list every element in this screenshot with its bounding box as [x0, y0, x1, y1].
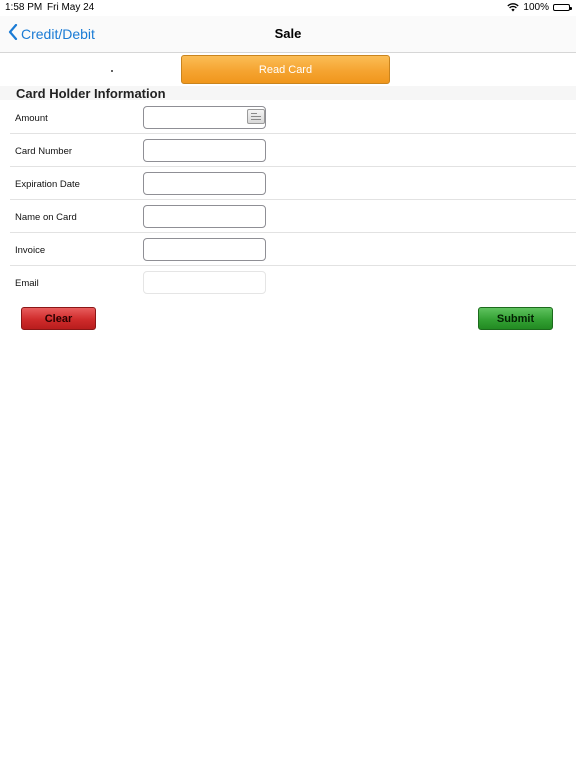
expiration-date-label: Expiration Date	[15, 179, 80, 190]
navigation-bar: Credit/Debit Sale	[0, 16, 576, 53]
read-card-button[interactable]: Read Card	[181, 55, 390, 84]
amount-label: Amount	[15, 113, 48, 124]
form-row-amount: Amount	[0, 101, 576, 134]
status-date: Fri May 24	[47, 2, 95, 13]
invoice-label: Invoice	[15, 245, 46, 256]
submit-button[interactable]: Submit	[478, 307, 553, 330]
form-row-expiration-date: Expiration Date	[0, 167, 576, 200]
battery-percent: 100%	[523, 2, 549, 13]
status-bar: 1:58 PM Fri May 24 100%	[0, 0, 576, 16]
battery-icon	[553, 4, 572, 11]
wifi-icon	[507, 3, 520, 12]
calculator-icon[interactable]	[247, 109, 265, 124]
status-indicators: 100%	[507, 2, 572, 13]
clear-button[interactable]: Clear	[21, 307, 96, 330]
divider-dot	[111, 70, 113, 72]
name-on-card-field[interactable]	[143, 205, 266, 228]
page-title: Sale	[274, 26, 302, 41]
form-row-email: Email	[0, 266, 576, 299]
expiration-date-field[interactable]	[143, 172, 266, 195]
form-row-card-number: Card Number	[0, 134, 576, 167]
card-number-field[interactable]	[143, 139, 266, 162]
section-title: Card Holder Information	[16, 86, 166, 101]
name-on-card-label: Name on Card	[15, 212, 77, 223]
status-time: 1:58 PM	[5, 2, 43, 13]
card-number-label: Card Number	[15, 146, 73, 157]
form-row-name-on-card: Name on Card	[0, 200, 576, 233]
form-row-invoice: Invoice	[0, 233, 576, 266]
invoice-field[interactable]	[143, 238, 266, 261]
email-label: Email	[15, 278, 39, 289]
email-field[interactable]	[143, 271, 266, 294]
